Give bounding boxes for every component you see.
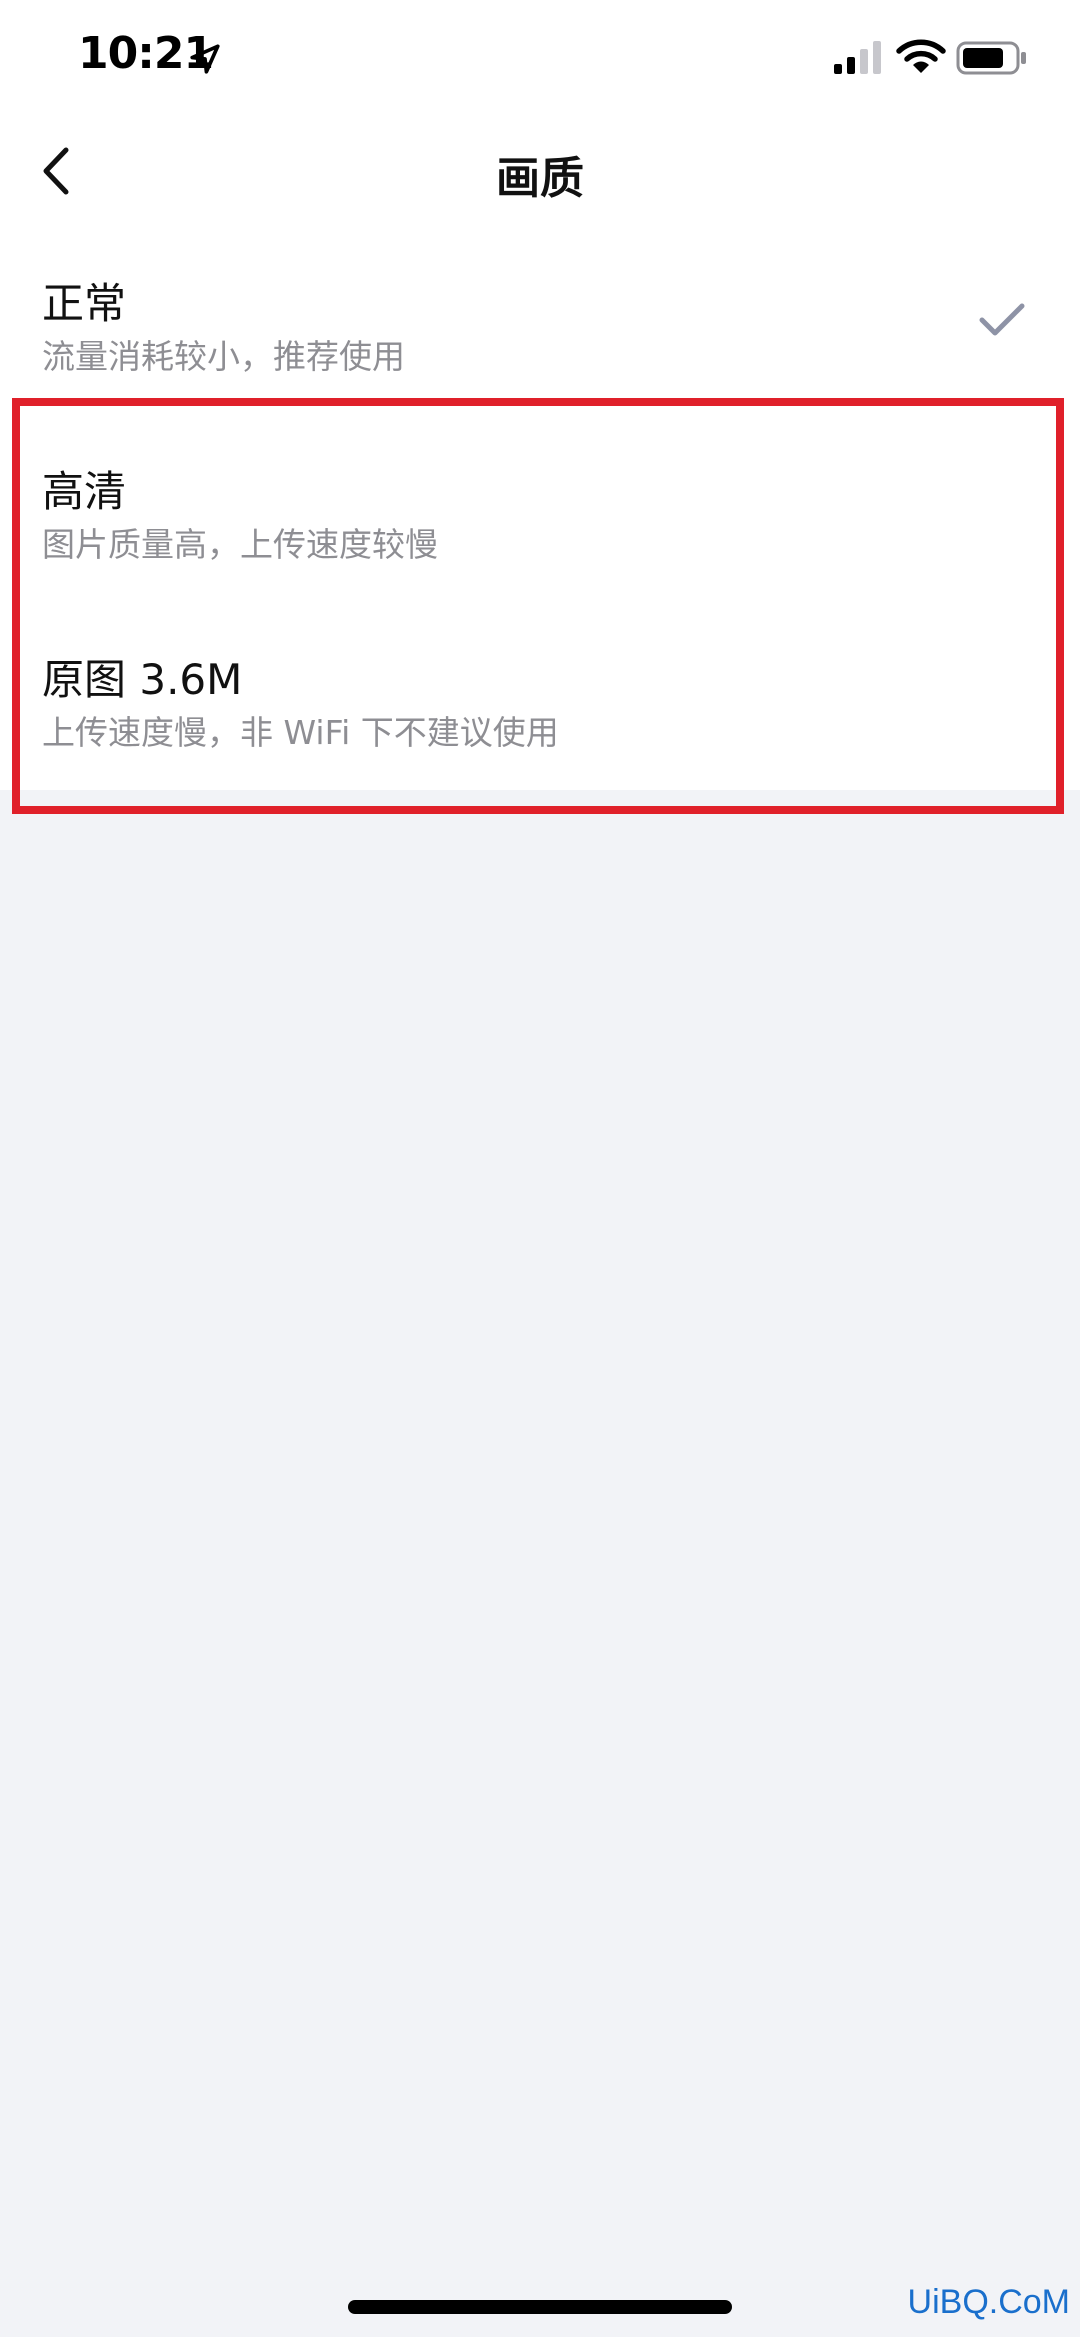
highlight-box xyxy=(12,398,1064,814)
option-title: 正常 xyxy=(42,279,127,328)
watermark: UiBQ.CoM xyxy=(907,2283,1070,2321)
home-indicator[interactable] xyxy=(348,2300,732,2314)
checkmark-icon xyxy=(979,303,1025,336)
wifi-icon xyxy=(896,39,946,73)
battery-icon xyxy=(956,41,1026,75)
cellular-signal-icon xyxy=(834,41,881,74)
option-description: 流量消耗较小，推荐使用 xyxy=(42,337,405,376)
location-arrow-icon xyxy=(190,44,220,74)
page-title: 画质 xyxy=(496,153,584,204)
